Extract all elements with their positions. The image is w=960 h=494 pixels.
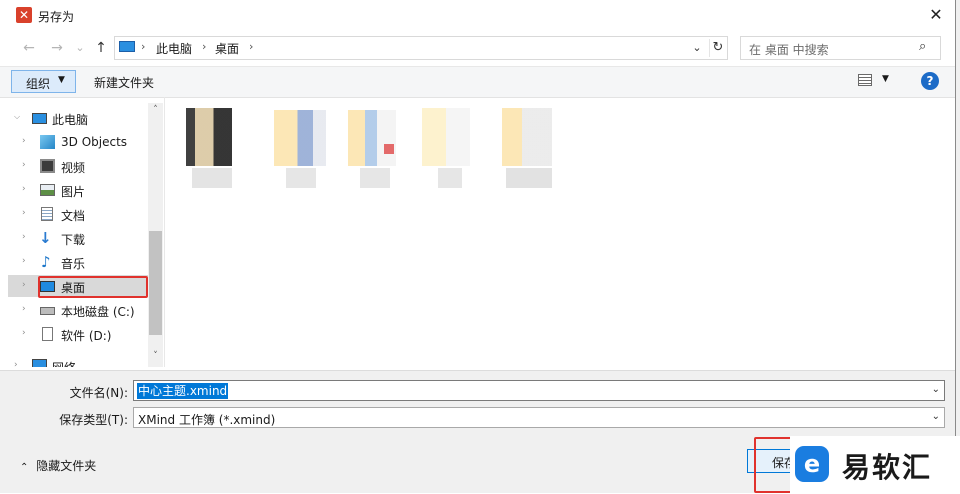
desktop-highlight-annotation: [38, 276, 148, 298]
tree-item-label: 3D Objects: [61, 135, 128, 149]
download-icon: ↓: [39, 229, 52, 247]
chevron-down-icon[interactable]: ⌄: [932, 384, 940, 395]
chevron-right-icon[interactable]: ›: [22, 328, 26, 338]
hide-folders-label: 隐藏文件夹: [36, 459, 97, 473]
search-box[interactable]: 在 桌面 中搜索 ⌕: [740, 36, 941, 60]
chevron-up-icon: ⌃: [20, 462, 29, 473]
xmind-app-icon: ✕: [16, 7, 32, 23]
new-folder-button[interactable]: 新建文件夹: [94, 74, 154, 91]
up-button[interactable]: ↑: [91, 38, 111, 58]
tree-item-label: 文档: [61, 209, 86, 223]
scroll-down-icon[interactable]: ˅: [148, 351, 163, 363]
chevron-right-icon[interactable]: ›: [22, 160, 26, 170]
tree-item-label: 下载: [61, 233, 86, 247]
tree-item-drive-c[interactable]: › 本地磁盘 (C:): [8, 299, 148, 321]
address-dropdown-button[interactable]: ⌄: [689, 39, 705, 57]
search-icon[interactable]: ⌕: [919, 39, 926, 54]
filename-label: 文件名(N):: [69, 386, 128, 400]
filetype-select[interactable]: XMind 工作簿 (*.xmind) ⌄: [133, 407, 945, 428]
tree-item-pictures[interactable]: › 图片: [8, 179, 148, 201]
breadcrumb-desktop[interactable]: 桌面: [215, 40, 239, 57]
cube-icon: [40, 135, 55, 149]
breadcrumb-separator: ›: [202, 40, 207, 53]
picture-icon: [40, 184, 55, 196]
expanded-chevron-icon[interactable]: ⌵: [14, 112, 20, 122]
file-item[interactable]: [348, 104, 408, 190]
tree-item-label: 音乐: [61, 257, 86, 271]
close-button[interactable]: ✕: [916, 0, 956, 30]
chevron-right-icon[interactable]: ›: [22, 304, 26, 314]
music-icon: ♪: [41, 253, 51, 271]
tree-item-label: 软件 (D:): [61, 329, 112, 343]
window-title: 另存为: [38, 10, 75, 24]
navigation-scrollbar[interactable]: ˄ ˅: [148, 103, 163, 367]
recent-locations-dropdown[interactable]: ⌄: [70, 38, 90, 58]
refresh-button[interactable]: ↻: [709, 39, 726, 57]
filename-value[interactable]: 中心主题.xmind: [137, 383, 229, 399]
filetype-value: XMind 工作簿 (*.xmind): [138, 413, 276, 427]
chevron-right-icon[interactable]: ›: [22, 184, 26, 194]
address-bar[interactable]: › 此电脑 › 桌面 › ⌄ ↻: [114, 36, 728, 60]
tree-item-documents[interactable]: › 文档: [8, 203, 148, 225]
scroll-up-icon[interactable]: ˄: [148, 105, 163, 117]
tree-item-label: 本地磁盘 (C:): [61, 305, 135, 319]
filetype-label: 保存类型(T):: [59, 413, 128, 427]
tree-item-network[interactable]: › 网络: [8, 355, 148, 367]
pane-divider[interactable]: [164, 97, 165, 367]
network-icon: [32, 359, 47, 367]
help-icon[interactable]: ?: [921, 72, 939, 90]
search-input[interactable]: 在 桌面 中搜索: [749, 41, 829, 58]
chevron-right-icon[interactable]: ›: [22, 256, 26, 266]
watermark-text: 易软汇: [842, 451, 933, 484]
navigation-pane: ⌵ 此电脑 › 3D Objects › 视频 › 图片 › 文档 › ↓ 下载: [8, 103, 148, 367]
chevron-down-icon[interactable]: ⌄: [932, 411, 940, 422]
chevron-right-icon[interactable]: ›: [22, 232, 26, 242]
pc-icon: [119, 41, 135, 52]
hide-folders-button[interactable]: ⌃ 隐藏文件夹: [20, 457, 96, 474]
tree-item-music[interactable]: › ♪ 音乐: [8, 251, 148, 273]
forward-button[interactable]: →: [47, 38, 67, 58]
drive-icon: [40, 307, 55, 315]
tree-item-downloads[interactable]: › ↓ 下载: [8, 227, 148, 249]
watermark: e 易软汇: [790, 436, 960, 494]
file-item[interactable]: [500, 104, 560, 190]
chevron-right-icon[interactable]: ›: [14, 360, 18, 367]
tree-item-videos[interactable]: › 视频: [8, 155, 148, 177]
breadcrumb-separator: ›: [249, 40, 254, 53]
file-item[interactable]: [272, 104, 332, 190]
drive-d-icon: [42, 327, 53, 341]
watermark-logo-icon: e: [795, 446, 829, 482]
document-icon: [41, 207, 53, 221]
scrollbar-thumb[interactable]: [149, 231, 162, 335]
chevron-down-icon: ▼: [58, 75, 65, 85]
organize-label: 组织: [26, 77, 51, 91]
chevron-right-icon[interactable]: ›: [22, 136, 26, 146]
tree-item-label: 图片: [61, 185, 86, 199]
view-options-icon[interactable]: [858, 74, 872, 86]
pc-icon: [32, 113, 47, 124]
file-item[interactable]: [180, 104, 252, 190]
view-dropdown-icon[interactable]: ▼: [882, 74, 889, 84]
tree-item-3d-objects[interactable]: › 3D Objects: [8, 131, 148, 153]
file-item[interactable]: [422, 104, 482, 190]
tree-item-label: 视频: [61, 161, 86, 175]
filename-input[interactable]: 中心主题.xmind ⌄: [133, 380, 945, 401]
breadcrumb-separator: ›: [141, 40, 146, 53]
tree-item-label: 此电脑: [52, 113, 89, 127]
title-bar: ✕ 另存为 ✕: [0, 0, 955, 31]
tree-item-drive-d[interactable]: › 软件 (D:): [8, 323, 148, 345]
breadcrumb-this-pc[interactable]: 此电脑: [156, 40, 192, 57]
tree-item-label: 网络: [52, 359, 76, 367]
chevron-right-icon[interactable]: ›: [22, 208, 26, 218]
video-icon: [40, 159, 55, 173]
save-as-dialog: ✕ 另存为 ✕ ← → ⌄ ↑ › 此电脑 › 桌面 › ⌄ ↻ 在 桌面 中搜…: [0, 0, 956, 493]
chevron-right-icon[interactable]: ›: [22, 280, 26, 290]
organize-button[interactable]: 组织 ▼: [11, 70, 76, 93]
back-button[interactable]: ←: [19, 38, 39, 58]
tree-item-this-pc[interactable]: ⌵ 此电脑: [8, 107, 148, 129]
command-toolbar: 组织 ▼ 新建文件夹 ▼ ?: [0, 66, 955, 98]
